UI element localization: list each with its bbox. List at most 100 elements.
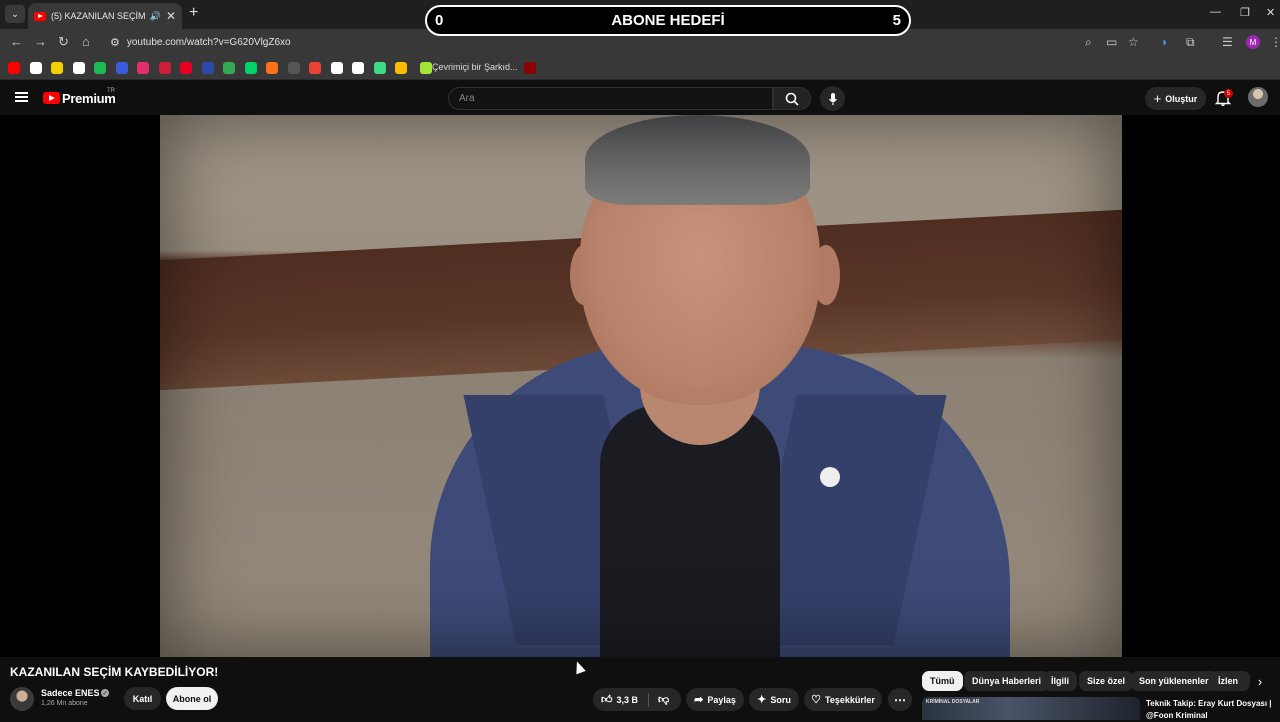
logo-region: TR [107,88,115,94]
chip-all[interactable]: Tümü [922,671,963,691]
url-text: youtube.com/watch?v=G620VlgZ6xo [126,37,291,48]
chip-related[interactable]: İlgili [1043,671,1077,691]
microphone-icon [828,92,837,105]
bookmark-folder-label[interactable]: Çevrimiçi bir Şarkıd... [432,62,518,72]
bookmark-icon[interactable] [94,62,106,74]
chip-world-news[interactable]: Dünya Haberleri [964,671,1050,691]
share-arrow-icon: ➦ [694,694,704,706]
like-dislike-group: 👍︎ 3,3 B 👎︎ [593,688,681,711]
bookmark-icon[interactable] [524,62,536,74]
voice-search-button[interactable] [820,86,845,111]
share-button[interactable]: ➦ Paylaş [686,688,744,711]
create-button[interactable]: + Oluştur [1145,87,1206,110]
chip-watched[interactable]: İzlen [1210,671,1250,691]
recommended-title[interactable]: Teknik Takip: Eray Kurt Dosyası | @Foon … [1146,698,1276,722]
site-info-icon[interactable]: ⚙ [110,36,120,49]
chip-recently-uploaded[interactable]: Son yüklenenler [1131,671,1217,691]
thanks-button[interactable]: ♡ Teşekkürler [804,688,882,711]
browser-tab-active[interactable]: (5) KAZANILAN SEÇİM KAYBEDİLİYOR! 🔊 ✕ [28,3,182,29]
chevron-right-icon[interactable]: › [1250,671,1270,691]
ask-label: Soru [770,694,791,705]
cast-icon[interactable]: ▭ [1106,35,1117,49]
minimize-button[interactable]: — [1210,6,1221,18]
goal-current-value: 0 [435,12,444,29]
plus-icon: + [1153,91,1162,106]
reading-list-icon[interactable]: ☰ [1222,35,1233,49]
close-window-button[interactable]: ✕ [1266,6,1275,19]
youtube-favicon-icon [34,11,46,21]
like-icon[interactable]: 👍︎ [601,693,613,706]
verified-check-icon: ✓ [101,689,109,697]
bookmark-icon[interactable] [330,62,343,74]
bookmark-icon[interactable] [72,62,85,74]
heart-dollar-icon: ♡ [811,694,821,706]
bookmark-icon[interactable] [158,62,171,74]
like-divider [648,692,650,707]
bookmark-star-icon[interactable]: ☆ [1128,35,1139,49]
create-label: Oluştur [1165,93,1198,104]
menu-icon[interactable] [15,92,28,102]
search-box[interactable] [448,87,773,110]
bookmark-icon[interactable] [420,62,432,74]
speaker-icon[interactable]: 🔊 [150,11,161,22]
recommended-thumbnail[interactable]: KRİMİNAL DOSYALAR [922,697,1140,720]
more-icon: ⋯ [894,692,906,707]
bookmark-icon[interactable] [266,62,278,74]
restore-button[interactable]: ❐ [1240,6,1250,19]
bookmark-icon[interactable] [352,62,364,74]
tab-search-button[interactable]: ⌄ [5,5,25,23]
bookmark-icon[interactable] [287,62,300,74]
bookmark-icon[interactable] [201,62,214,74]
bookmark-icon[interactable] [29,62,42,74]
channel-avatar[interactable] [10,687,34,711]
reload-icon[interactable]: ↻ [58,34,69,50]
share-label: Paylaş [707,694,736,705]
video-player[interactable] [0,115,1280,657]
ask-button[interactable]: ✦ Soru [749,688,799,711]
bookmark-icon[interactable] [395,62,407,74]
thanks-label: Teşekkürler [825,694,875,705]
join-label: Katıl [132,693,153,704]
dislike-icon[interactable]: 👎︎ [658,693,669,706]
subscribe-label: Abone ol [172,693,212,704]
bookmark-icon[interactable] [373,62,386,74]
account-avatar[interactable] [1248,87,1268,107]
bookmark-icon[interactable] [180,62,192,74]
video-frame[interactable] [160,115,1122,657]
profile-avatar[interactable]: M [1246,35,1260,49]
home-icon[interactable]: ⌂ [82,34,90,49]
extension-wave-icon[interactable]: ◗ [1161,35,1168,49]
bookmark-icon[interactable] [115,62,128,74]
more-actions-button[interactable]: ⋯ [888,688,912,711]
zoom-icon[interactable]: ⌕ [1085,35,1092,50]
sparkle-icon: ✦ [757,694,767,706]
channel-name[interactable]: Sadece ENES [41,688,100,698]
close-tab-icon[interactable]: ✕ [166,9,176,23]
bookmark-icon[interactable] [51,62,63,74]
like-count[interactable]: 3,3 B [617,695,639,705]
bookmark-icon[interactable] [137,62,149,74]
subscriber-count: 1,26 Mn abone [41,700,88,707]
bookmark-icon[interactable] [8,62,20,74]
subscribe-button[interactable]: Abone ol [166,687,218,710]
search-button[interactable] [773,87,811,110]
goal-title: ABONE HEDEFİ [611,12,725,29]
youtube-header: Premium TR + Oluştur [0,81,1280,115]
forward-arrow-icon[interactable]: → [34,34,47,49]
join-button[interactable]: Katıl [124,687,161,710]
extensions-puzzle-icon[interactable]: ⧉ [1186,35,1195,50]
subscriber-goal-overlay: 0 ABONE HEDEFİ 5 [425,5,911,36]
tab-title: (5) KAZANILAN SEÇİM KAYBEDİLİYOR! [51,11,145,21]
bookmark-icon[interactable] [244,62,257,74]
search-input[interactable] [459,93,749,104]
browser-menu-icon[interactable]: ⋮ [1270,35,1280,49]
search-icon [785,92,799,106]
chip-for-you[interactable]: Size özel [1079,671,1134,691]
back-arrow-icon[interactable]: ← [10,34,23,49]
mouse-cursor [572,659,586,675]
youtube-logo-icon[interactable] [43,92,60,104]
new-tab-button[interactable]: + [189,4,198,22]
video-vignette [160,115,1122,657]
bookmark-icon[interactable] [223,62,235,74]
bookmark-icon[interactable] [309,62,321,74]
